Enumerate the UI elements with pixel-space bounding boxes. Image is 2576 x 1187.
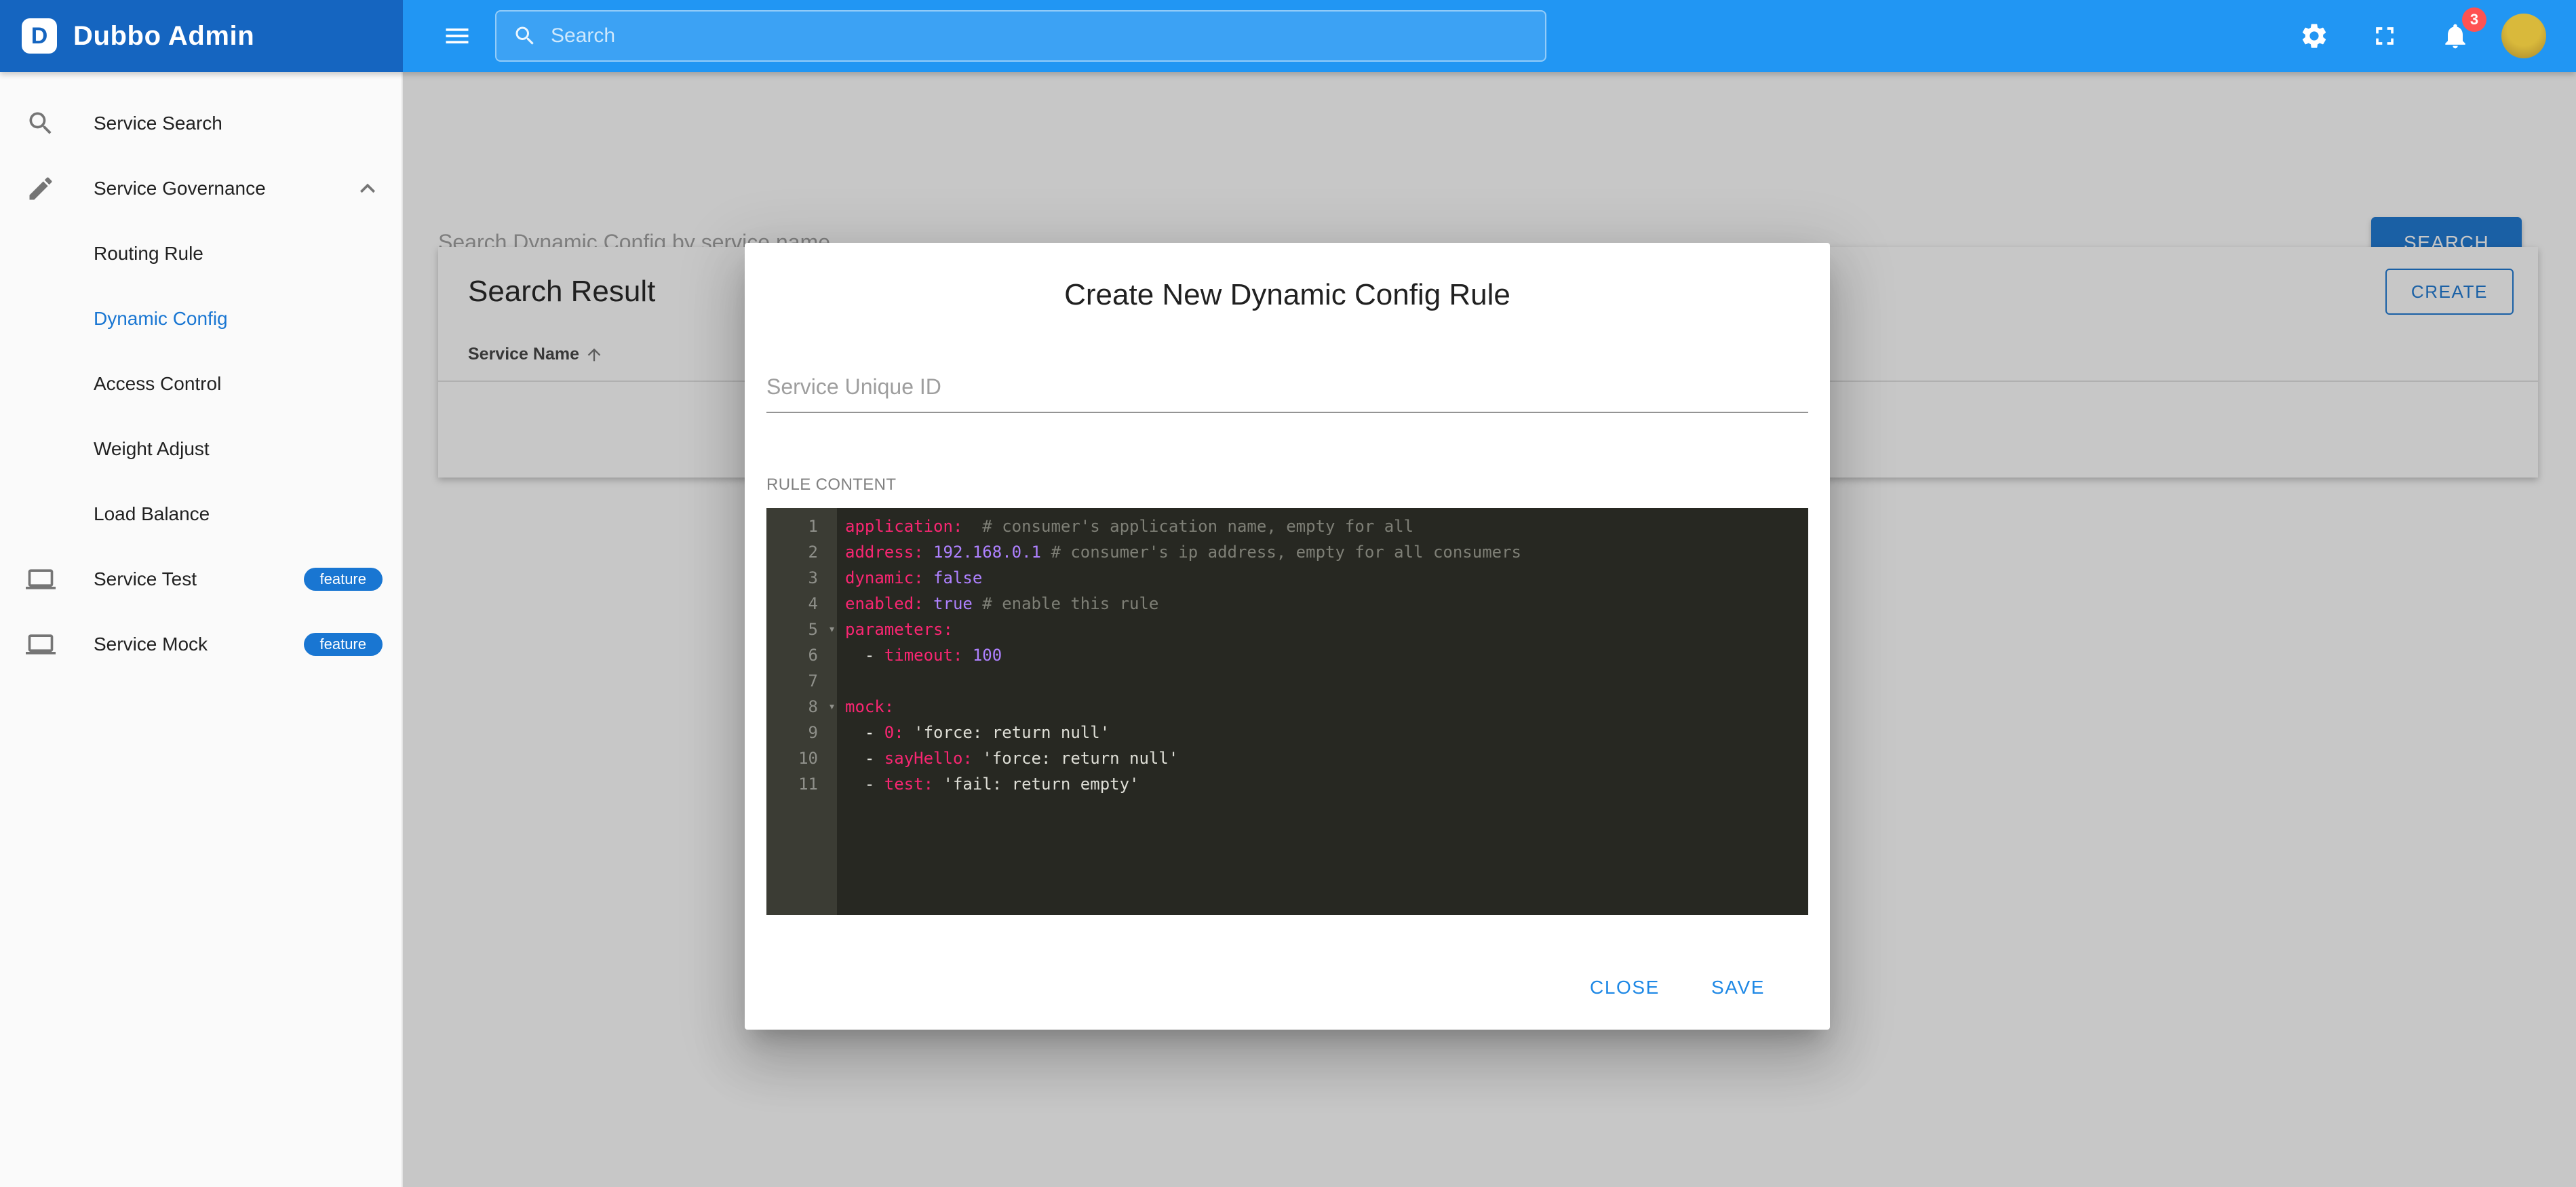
fullscreen-button[interactable] <box>2360 12 2409 60</box>
monitor-icon <box>24 628 57 661</box>
sidebar-item-dynamic-config[interactable]: Dynamic Config <box>0 286 402 351</box>
sidebar-item-access-control[interactable]: Access Control <box>0 351 402 416</box>
avatar[interactable] <box>2501 14 2546 58</box>
hamburger-icon <box>442 21 472 51</box>
sidebar-item-weight-adjust[interactable]: Weight Adjust <box>0 416 402 482</box>
service-unique-id-input[interactable] <box>766 364 1808 413</box>
app-title: Dubbo Admin <box>73 21 254 52</box>
settings-button[interactable] <box>2290 12 2339 60</box>
service-unique-id-field <box>766 364 1808 413</box>
app-bar: D Dubbo Admin <box>0 0 2576 72</box>
sidebar-item-service-search[interactable]: Service Search <box>0 91 402 156</box>
notification-badge: 3 <box>2462 7 2486 32</box>
chevron-up-icon <box>353 174 383 203</box>
sidebar-item-label: Routing Rule <box>94 243 203 265</box>
pencil-icon <box>24 172 57 205</box>
sidebar-item-service-mock[interactable]: Service Mock feature <box>0 612 402 677</box>
sidebar-item-service-governance[interactable]: Service Governance <box>0 156 402 221</box>
sidebar-item-service-test[interactable]: Service Test feature <box>0 547 402 612</box>
menu-button[interactable] <box>433 12 482 60</box>
feature-badge: feature <box>304 633 383 656</box>
gear-icon <box>2299 21 2329 51</box>
appbar-search-box[interactable] <box>495 10 1546 62</box>
sidebar-item-label: Service Search <box>94 113 222 134</box>
dubbo-logo-icon: D <box>22 18 57 54</box>
sidebar-item-label: Service Mock <box>94 634 208 655</box>
logo-area: D Dubbo Admin <box>0 0 403 72</box>
sidebar-item-label: Access Control <box>94 373 221 395</box>
feature-badge: feature <box>304 568 383 591</box>
editor-code[interactable]: application: # consumer's application na… <box>837 508 1808 915</box>
editor-gutter: 12345▾678▾91011 <box>766 508 837 915</box>
dialog-title: Create New Dynamic Config Rule <box>766 278 1808 312</box>
save-button[interactable]: SAVE <box>1692 965 1784 1011</box>
dialog-actions: CLOSE SAVE <box>766 951 1808 1030</box>
sidebar-item-label: Weight Adjust <box>94 438 210 460</box>
monitor-icon <box>24 563 57 596</box>
sidebar-item-load-balance[interactable]: Load Balance <box>0 482 402 547</box>
sidebar-item-label: Service Governance <box>94 178 266 199</box>
search-icon <box>24 107 57 140</box>
rule-content-label: RULE CONTENT <box>766 475 1808 494</box>
notifications-button[interactable]: 3 <box>2431 12 2480 60</box>
create-dynamic-config-dialog: Create New Dynamic Config Rule RULE CONT… <box>745 243 1830 1030</box>
close-button[interactable]: CLOSE <box>1571 965 1679 1011</box>
sidebar-item-label: Load Balance <box>94 503 210 525</box>
rule-content-editor[interactable]: 12345▾678▾91011 application: # consumer'… <box>766 508 1808 915</box>
fullscreen-icon <box>2370 21 2400 51</box>
search-icon <box>513 24 537 48</box>
sidebar: Service Search Service Governance Routin… <box>0 72 403 1187</box>
appbar-search-input[interactable] <box>551 24 1529 47</box>
dubbo-admin-app: D Dubbo Admin <box>0 0 2576 1187</box>
sidebar-item-label: Dynamic Config <box>94 308 228 330</box>
sidebar-item-label: Service Test <box>94 568 197 590</box>
sidebar-item-routing-rule[interactable]: Routing Rule <box>0 221 402 286</box>
